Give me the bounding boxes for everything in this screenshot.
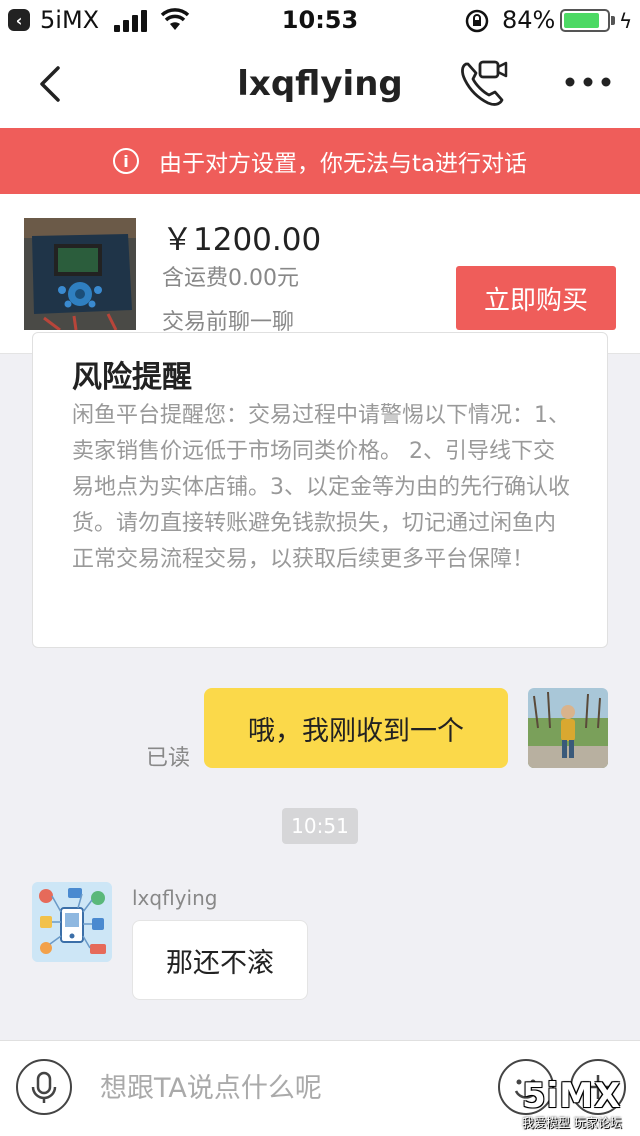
chat-disabled-banner: i 由于对方设置，你无法与ta进行对话 xyxy=(0,128,640,194)
battery-level-fill xyxy=(564,13,600,28)
avatar-illustration xyxy=(32,882,112,962)
rotation-lock-icon xyxy=(465,9,489,33)
battery-icon xyxy=(560,9,610,32)
watermark-logo: 5iMX xyxy=(522,1076,622,1116)
avatar-photo xyxy=(528,688,608,768)
buy-now-button[interactable]: 立即购买 xyxy=(456,266,616,330)
my-message-bubble[interactable]: 哦，我刚收到一个 xyxy=(204,688,508,768)
charger-photo xyxy=(24,218,136,330)
battery-cap xyxy=(611,16,615,25)
microphone-icon[interactable] xyxy=(16,1059,72,1115)
charging-icon: ϟ xyxy=(619,9,633,33)
info-icon: i xyxy=(112,148,139,174)
contact-message-bubble[interactable]: 那还不滚 xyxy=(132,920,308,1000)
product-image[interactable] xyxy=(24,218,136,330)
risk-notice-body: 闲鱼平台提醒您：交易过程中请警惕以下情况：1、卖家销售价远低于市场同类价格。 2… xyxy=(72,403,570,572)
shipping-fee: 含运费0.00元 xyxy=(162,266,299,291)
banner-text: 由于对方设置，你无法与ta进行对话 xyxy=(158,151,528,177)
nav-bar: lxqflying xyxy=(0,40,640,128)
battery-percent: 84% xyxy=(502,6,556,34)
watermark-tagline: 我爱模型 玩家论坛 xyxy=(522,1116,622,1130)
message-timestamp: 10:51 xyxy=(282,808,358,844)
my-avatar[interactable] xyxy=(528,688,608,768)
contact-name: lxqflying xyxy=(132,886,218,910)
page-title: lxqflying xyxy=(237,64,403,104)
contact-avatar[interactable] xyxy=(32,882,112,962)
site-watermark: 5iMX 我爱模型 玩家论坛 xyxy=(522,1078,634,1134)
microphone-glyph xyxy=(31,1071,57,1103)
product-card[interactable]: ￥1200.00 含运费0.00元 交易前聊一聊 立即购买 xyxy=(0,194,640,354)
product-price: ￥1200.00 xyxy=(162,222,322,258)
chat-screen: ‹ 5iMX 10:53 84% ϟ lxqflying i 由于对方设置，你无… xyxy=(0,0,640,1136)
read-status: 已读 xyxy=(146,746,191,771)
more-dots-icon[interactable] xyxy=(564,70,612,94)
phone-video-icon[interactable] xyxy=(458,58,510,108)
status-bar: ‹ 5iMX 10:53 84% ϟ xyxy=(0,0,640,40)
message-input[interactable] xyxy=(100,1063,480,1113)
risk-notice-title: 风险提醒 xyxy=(72,360,192,395)
